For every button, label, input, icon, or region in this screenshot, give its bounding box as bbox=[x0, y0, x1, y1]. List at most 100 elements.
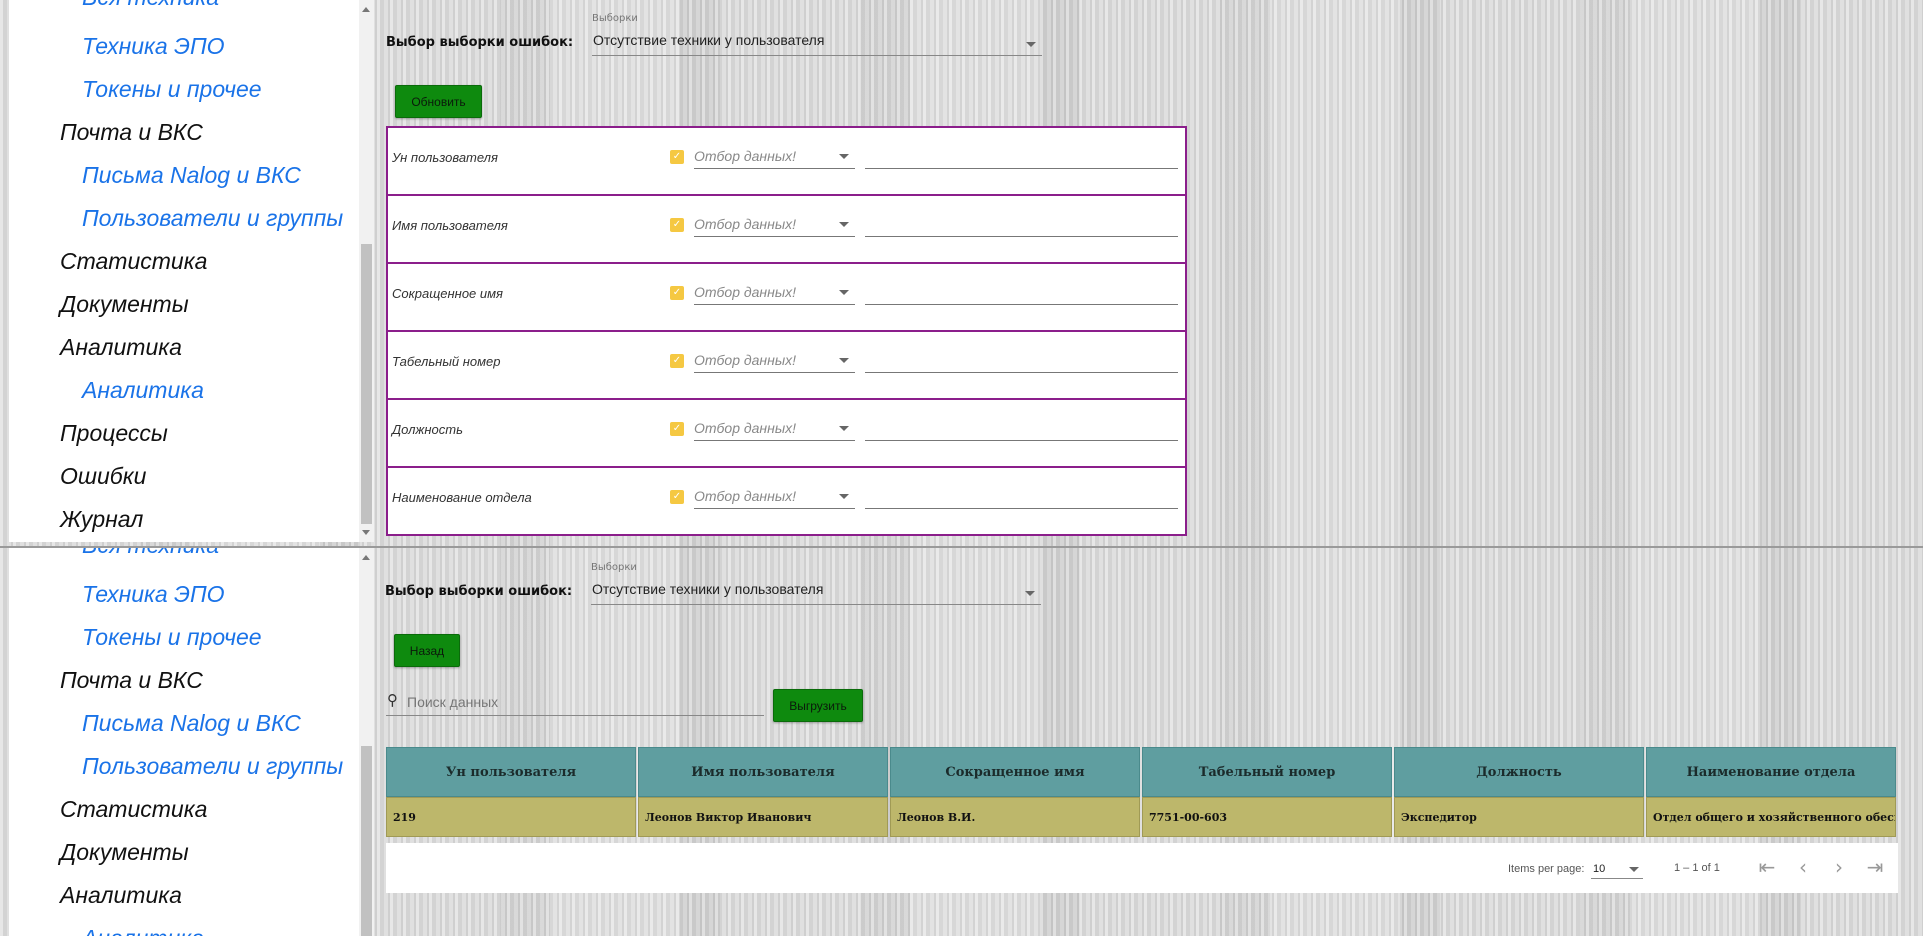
sidebar-item-mail-vks[interactable]: Почта и ВКС bbox=[60, 119, 203, 146]
column-header[interactable]: Имя пользователя bbox=[638, 747, 888, 797]
sidebar-item-analytics[interactable]: Аналитика bbox=[60, 882, 182, 909]
filter-value-input[interactable] bbox=[865, 350, 1178, 373]
filter-select[interactable]: Отбор данных! bbox=[694, 146, 855, 169]
filter-checkbox[interactable]: ✓ bbox=[670, 218, 684, 232]
sidebar-item-statistics[interactable]: Статистика bbox=[60, 248, 207, 275]
column-header[interactable]: Наименование отдела bbox=[1646, 747, 1896, 797]
selection-value: Отсутствие техники у пользователя bbox=[593, 32, 825, 48]
sidebar-item-analytics-sub[interactable]: Аналитика bbox=[82, 377, 204, 404]
items-per-page-label: Items per page: bbox=[1508, 863, 1585, 875]
sidebar-item-documents[interactable]: Документы bbox=[60, 291, 189, 318]
filter-select-placeholder: Отбор данных! bbox=[694, 420, 797, 436]
filter-select-placeholder: Отбор данных! bbox=[694, 148, 797, 164]
export-button[interactable]: Выгрузить bbox=[773, 689, 863, 722]
filter-select[interactable]: Отбор данных! bbox=[694, 418, 855, 441]
table-cell: 219 bbox=[386, 797, 636, 837]
next-page-icon[interactable]: › bbox=[1827, 855, 1851, 879]
filter-field-name: Должность bbox=[392, 422, 463, 437]
prev-page-icon[interactable]: ‹ bbox=[1791, 855, 1815, 879]
scroll-thumb[interactable] bbox=[361, 244, 372, 524]
search-input[interactable]: Поиск данных bbox=[407, 694, 498, 710]
items-per-page-value: 10 bbox=[1593, 863, 1606, 875]
sidebar-scrollbar[interactable] bbox=[359, 548, 374, 936]
first-page-icon[interactable]: ⇤ bbox=[1755, 855, 1779, 879]
sidebar-item-users-groups[interactable]: Пользователи и группы bbox=[82, 205, 343, 232]
sidebar-item-users-groups[interactable]: Пользователи и группы bbox=[82, 753, 343, 780]
filter-select[interactable]: Отбор данных! bbox=[694, 214, 855, 237]
scroll-up-icon[interactable] bbox=[362, 555, 370, 560]
filter-value-input[interactable] bbox=[865, 418, 1178, 441]
chevron-down-icon bbox=[1025, 591, 1035, 596]
sidebar-item-epo-equipment[interactable]: Техника ЭПО bbox=[82, 33, 225, 60]
search-icon: ⚲ bbox=[387, 691, 398, 709]
filter-value-input[interactable] bbox=[865, 282, 1178, 305]
selection-label: Выбор выборки ошибок: bbox=[385, 584, 573, 599]
selection-label: Выбор выборки ошибок: bbox=[386, 35, 574, 50]
scroll-down-icon[interactable] bbox=[362, 530, 370, 535]
filter-row: Сокращенное имя ✓ Отбор данных! bbox=[388, 264, 1185, 332]
selection-float-label: Выборки bbox=[591, 562, 637, 573]
sidebar-item-mail-vks[interactable]: Почта и ВКС bbox=[60, 667, 203, 694]
filter-select[interactable]: Отбор данных! bbox=[694, 282, 855, 305]
refresh-button[interactable]: Обновить bbox=[395, 85, 482, 118]
search-field[interactable]: ⚲ Поиск данных bbox=[386, 689, 764, 716]
filter-field-name: Наименование отдела bbox=[392, 490, 532, 505]
column-header[interactable]: Должность bbox=[1394, 747, 1644, 797]
filter-checkbox[interactable]: ✓ bbox=[670, 286, 684, 300]
sidebar-item-tokens[interactable]: Токены и прочее bbox=[82, 76, 262, 103]
filter-row: Табельный номер ✓ Отбор данных! bbox=[388, 332, 1185, 400]
scroll-up-icon[interactable] bbox=[362, 7, 370, 12]
sidebar-item-analytics[interactable]: Аналитика bbox=[60, 334, 182, 361]
filter-checkbox[interactable]: ✓ bbox=[670, 354, 684, 368]
chevron-down-icon bbox=[1629, 867, 1639, 872]
table-cell: Экспедитор bbox=[1394, 797, 1644, 837]
sidebar-item-letters-nalog[interactable]: Письма Nalog и ВКС bbox=[82, 162, 301, 189]
filter-select-placeholder: Отбор данных! bbox=[694, 216, 797, 232]
filter-value-input[interactable] bbox=[865, 214, 1178, 237]
chevron-down-icon bbox=[839, 290, 849, 295]
filter-select[interactable]: Отбор данных! bbox=[694, 350, 855, 373]
table-header-row: Ун пользователя Имя пользователя Сокраще… bbox=[386, 747, 1898, 797]
chevron-down-icon bbox=[839, 358, 849, 363]
filter-select-placeholder: Отбор данных! bbox=[694, 488, 797, 504]
filter-checkbox[interactable]: ✓ bbox=[670, 150, 684, 164]
sidebar-scrollbar[interactable] bbox=[359, 0, 374, 542]
last-page-icon[interactable]: ⇥ bbox=[1863, 855, 1887, 879]
column-header[interactable]: Табельный номер bbox=[1142, 747, 1392, 797]
filter-panel: Ун пользователя ✓ Отбор данных! Имя поль… bbox=[386, 126, 1187, 536]
table-row[interactable]: 219 Леонов Виктор Иванович Леонов В.И. 7… bbox=[386, 797, 1898, 837]
sidebar-item-tokens[interactable]: Токены и прочее bbox=[82, 624, 262, 651]
filter-checkbox[interactable]: ✓ bbox=[670, 490, 684, 504]
data-table: Ун пользователя Имя пользователя Сокраще… bbox=[386, 747, 1898, 837]
sidebar-item-statistics[interactable]: Статистика bbox=[60, 796, 207, 823]
filter-value-input[interactable] bbox=[865, 486, 1178, 509]
top-pane: Вся техника Техника ЭПО Токены и прочее … bbox=[0, 0, 1923, 548]
sidebar-item-letters-nalog[interactable]: Письма Nalog и ВКС bbox=[82, 710, 301, 737]
items-per-page-select[interactable]: 10 bbox=[1591, 858, 1643, 879]
filter-row: Ун пользователя ✓ Отбор данных! bbox=[388, 128, 1185, 196]
chevron-down-icon bbox=[839, 494, 849, 499]
chevron-down-icon bbox=[839, 154, 849, 159]
filter-value-input[interactable] bbox=[865, 146, 1178, 169]
filter-select-placeholder: Отбор данных! bbox=[694, 284, 797, 300]
filter-checkbox[interactable]: ✓ bbox=[670, 422, 684, 436]
scroll-thumb[interactable] bbox=[361, 746, 372, 936]
table-cell: Леонов В.И. bbox=[890, 797, 1140, 837]
column-header[interactable]: Ун пользователя bbox=[386, 747, 636, 797]
back-button[interactable]: Назад bbox=[394, 634, 460, 667]
sidebar-item-journal[interactable]: Журнал bbox=[60, 506, 143, 533]
selection-dropdown[interactable]: Выборки Отсутствие техники у пользовател… bbox=[592, 13, 1042, 56]
selection-dropdown[interactable]: Выборки Отсутствие техники у пользовател… bbox=[591, 562, 1041, 605]
sidebar-item-all-equipment[interactable]: Вся техника bbox=[82, 0, 219, 11]
sidebar-item-documents[interactable]: Документы bbox=[60, 839, 189, 866]
filter-field-name: Сокращенное имя bbox=[392, 286, 503, 301]
sidebar-item-errors[interactable]: Ошибки bbox=[60, 463, 146, 490]
sidebar-item-analytics-sub[interactable]: Аналитика bbox=[82, 925, 204, 936]
sidebar-nav: Вся техника Техника ЭПО Токены и прочее … bbox=[9, 0, 359, 542]
sidebar-item-processes[interactable]: Процессы bbox=[60, 420, 168, 447]
chevron-down-icon bbox=[1026, 42, 1036, 47]
column-header[interactable]: Сокращенное имя bbox=[890, 747, 1140, 797]
sidebar-item-all-equipment[interactable]: Вся техника bbox=[82, 548, 219, 559]
sidebar-item-epo-equipment[interactable]: Техника ЭПО bbox=[82, 581, 225, 608]
filter-select[interactable]: Отбор данных! bbox=[694, 486, 855, 509]
